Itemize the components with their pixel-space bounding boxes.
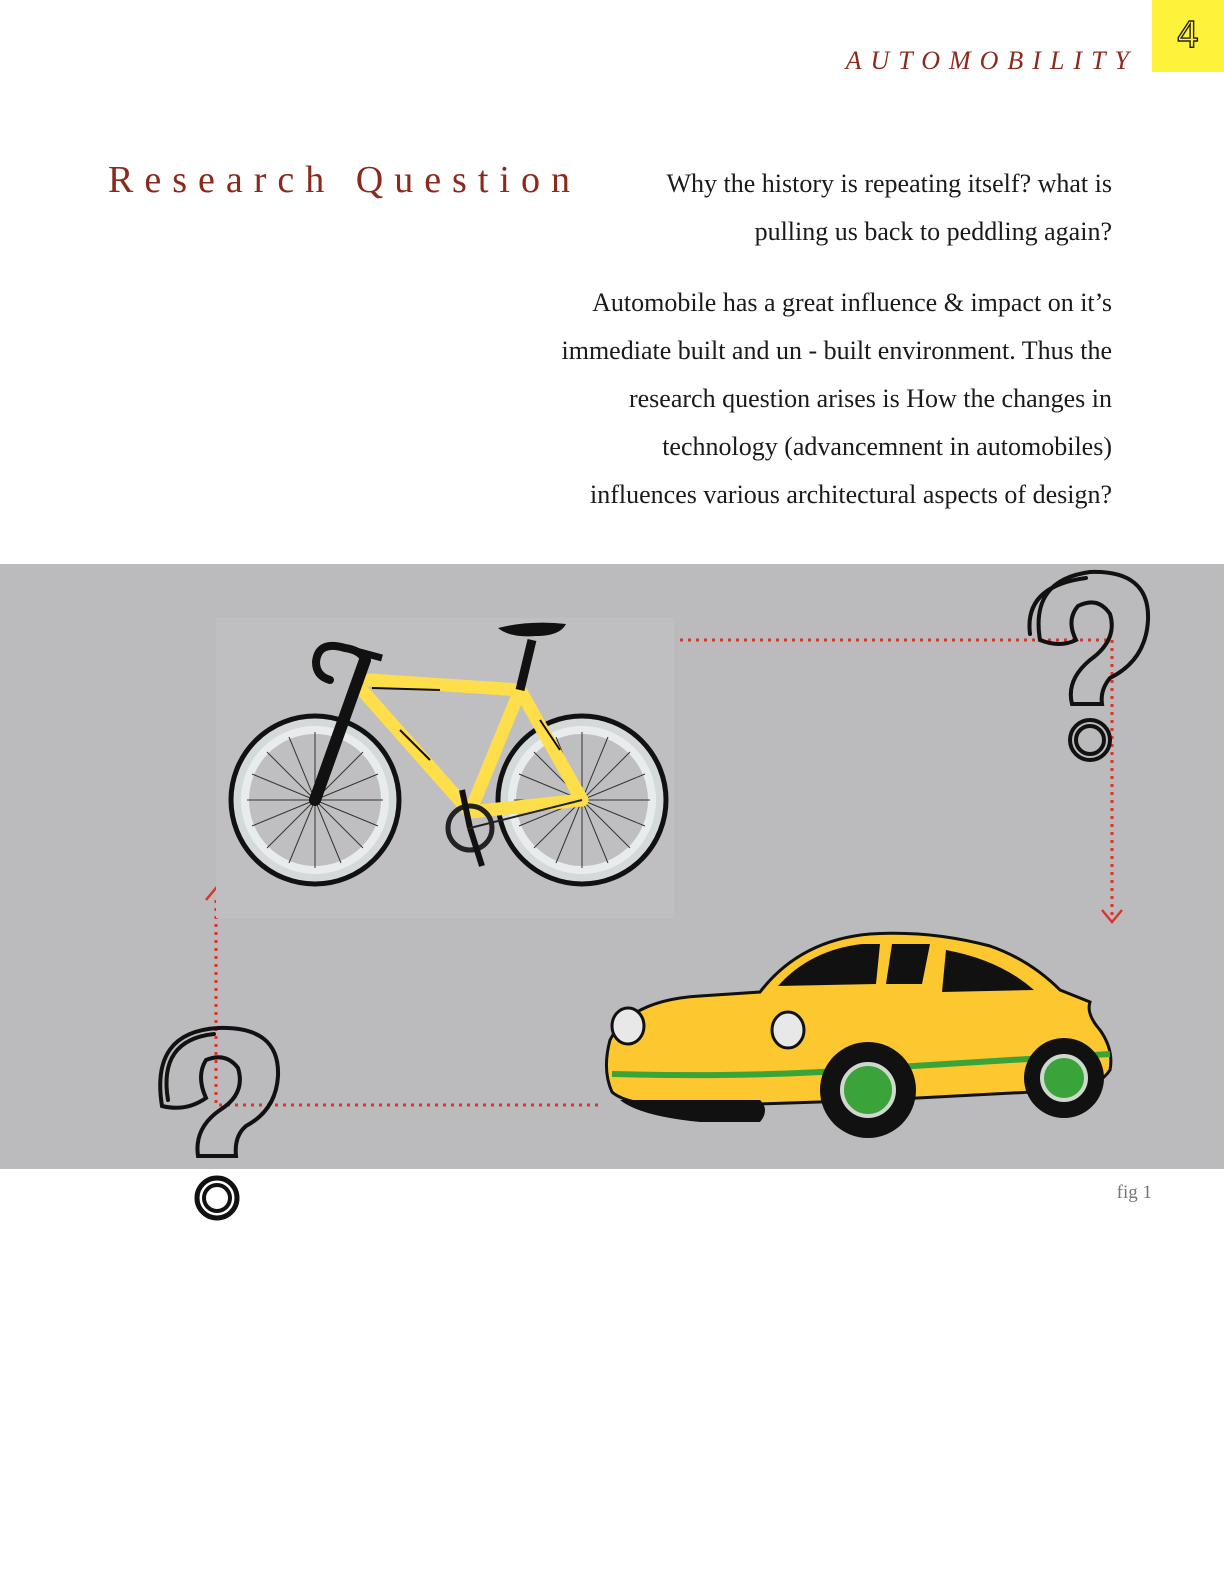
arrowhead-down-icon xyxy=(1101,909,1123,924)
figure-illustration xyxy=(158,569,1151,1221)
question-mark-icon xyxy=(158,1025,281,1221)
figure-caption: fig 1 xyxy=(1116,1182,1152,1203)
dotted-arrow-bottom xyxy=(214,896,598,1107)
dotted-arrow-top xyxy=(680,638,1114,920)
bicycle-illustration xyxy=(216,618,674,918)
car-illustration xyxy=(605,931,1113,1138)
question-mark-icon xyxy=(1027,569,1151,762)
